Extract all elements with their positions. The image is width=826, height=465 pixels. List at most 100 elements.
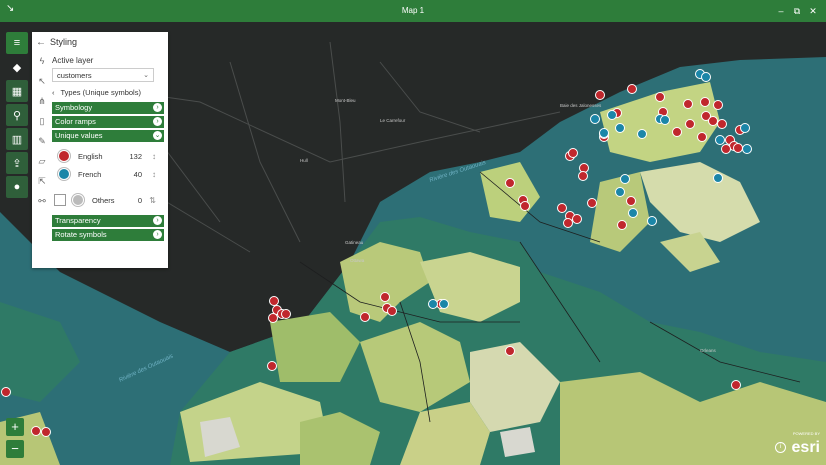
english-customer-point[interactable] [697,132,707,142]
share-nodes-icon[interactable]: ⚯ [32,192,52,212]
french-customer-point[interactable] [615,187,625,197]
share-icon[interactable]: ⇪ [6,152,28,174]
back-arrow-icon[interactable]: ← [32,37,50,48]
lightning-icon[interactable]: ϟ [32,52,52,72]
info-icon[interactable]: i [775,442,786,453]
english-customer-point[interactable] [268,313,278,323]
english-customer-point[interactable] [31,426,41,436]
english-customer-point[interactable] [626,196,636,206]
color-ramps-button[interactable]: Color ramps › [52,116,164,128]
chevron-left-icon[interactable]: ‹ [52,88,55,97]
english-customer-point[interactable] [557,203,567,213]
english-customer-point[interactable] [731,380,741,390]
search-icon[interactable]: ⚲ [6,104,28,126]
value-label: French [78,169,102,179]
english-customer-point[interactable] [685,119,695,129]
french-customer-point[interactable] [439,299,449,309]
english-customer-point[interactable] [267,361,277,371]
french-customer-point[interactable] [713,173,723,183]
english-customer-point[interactable] [700,97,710,107]
english-customer-point[interactable] [505,346,515,356]
english-customer-point[interactable] [672,127,682,137]
french-customer-point[interactable] [590,114,600,124]
english-customer-point[interactable] [41,427,51,437]
value-row-french[interactable]: French 40 ↕ [52,165,164,183]
english-customer-point[interactable] [380,292,390,302]
english-customer-point[interactable] [627,84,637,94]
english-customer-point[interactable] [281,309,291,319]
english-customer-point[interactable] [572,214,582,224]
layer-dropdown[interactable]: customers ⌄ [52,68,154,82]
english-customer-point[interactable] [563,218,573,228]
english-customer-point[interactable] [708,116,718,126]
english-customer-point[interactable] [717,119,727,129]
place-label-montbleu: Mont-Bleu [335,98,356,103]
network-icon[interactable]: ⋔ [32,92,52,112]
rotate-symbols-button[interactable]: Rotate symbols › [52,229,164,241]
english-customer-point[interactable] [733,143,743,153]
french-customer-point[interactable] [647,216,657,226]
english-customer-point[interactable] [713,100,723,110]
others-checkbox[interactable] [54,194,66,206]
french-customer-point[interactable] [615,123,625,133]
english-customer-point[interactable] [1,387,11,397]
english-customer-point[interactable] [655,92,665,102]
sort-icon[interactable]: ↕ [152,152,156,161]
french-customer-point[interactable] [742,144,752,154]
profile-icon[interactable]: ● [6,176,28,198]
english-customer-point[interactable] [387,306,397,316]
transparency-button[interactable]: Transparency › [52,215,164,227]
layers-icon[interactable]: ◆ [6,56,28,78]
french-customer-point[interactable] [599,128,609,138]
french-customer-point[interactable] [701,72,711,82]
value-count: 0 [137,195,142,205]
pencil-icon[interactable]: ✎ [32,132,52,152]
english-customer-point[interactable] [683,99,693,109]
english-customer-point[interactable] [587,198,597,208]
french-customer-point[interactable] [620,174,630,184]
zoom-in-button[interactable]: + [6,418,24,436]
eraser-icon[interactable]: ▱ [32,152,52,172]
value-row-others[interactable]: Others 0 ⇅ [52,191,164,209]
french-customer-point[interactable] [607,110,617,120]
window-title: Map 1 [401,6,425,15]
english-customer-point[interactable] [578,171,588,181]
chevron-down-icon: ⌄ [153,131,162,140]
zoom-out-button[interactable]: − [6,440,24,458]
restore-icon[interactable]: ⧉ [790,0,804,22]
symbology-button[interactable]: Symbology › [52,102,164,114]
english-customer-point[interactable] [595,90,605,100]
french-customer-point[interactable] [428,299,438,309]
english-customer-point[interactable] [505,178,515,188]
others-symbol-icon [72,194,84,206]
french-symbol-icon[interactable] [58,168,70,180]
tool-rail: ≡ ◆ ▦ ⚲ ▥ ⇪ ● [6,32,28,200]
english-customer-point[interactable] [721,144,731,154]
export-icon[interactable]: ⇱ [32,172,52,192]
close-icon[interactable]: ✕ [806,0,820,22]
english-customer-point[interactable] [568,148,578,158]
cursor-icon[interactable]: ↖ [32,72,52,92]
value-row-english[interactable]: English 132 ↕ [52,147,164,165]
french-customer-point[interactable] [715,135,725,145]
minimize-icon[interactable]: – [774,0,788,22]
english-customer-point[interactable] [520,201,530,211]
menu-icon[interactable]: ≡ [6,32,28,54]
book-icon[interactable]: ▯ [32,112,52,132]
chart-icon[interactable]: ▥ [6,128,28,150]
english-customer-point[interactable] [360,312,370,322]
english-customer-point[interactable] [617,220,627,230]
title-bar: ↘ Map 1 – ⧉ ✕ [0,0,826,22]
french-customer-point[interactable] [740,123,750,133]
french-customer-point[interactable] [660,115,670,125]
chevron-right-icon: › [153,216,162,225]
english-symbol-icon[interactable] [58,150,70,162]
french-customer-point[interactable] [628,208,638,218]
basemap-icon[interactable]: ▦ [6,80,28,102]
french-customer-point[interactable] [637,129,647,139]
types-row[interactable]: ‹ Types (Unique symbols) [52,88,168,97]
unique-values-button[interactable]: Unique values ⌄ [52,130,164,142]
english-customer-point[interactable] [269,296,279,306]
place-label-baie: Baie des Jalonesses [560,103,602,108]
sort-icon[interactable]: ↕ [152,170,156,179]
